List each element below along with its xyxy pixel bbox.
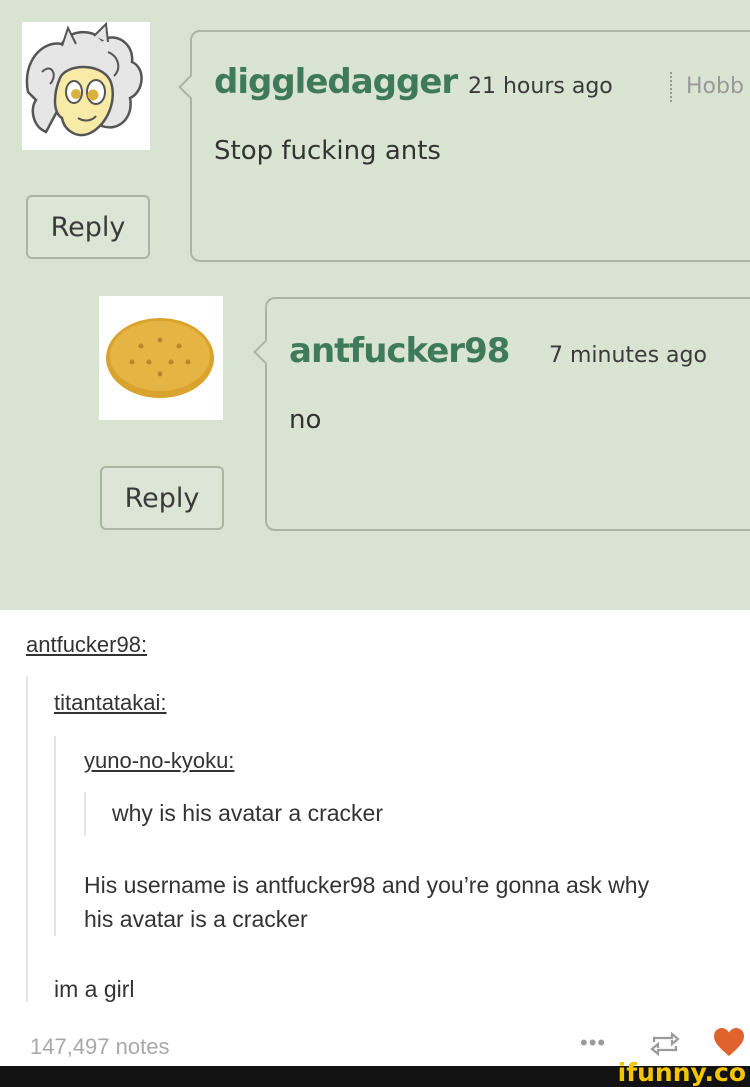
avatar[interactable]	[99, 296, 223, 420]
comment-extra-label: Hobb	[686, 74, 744, 99]
blog-link[interactable]: antfucker98:	[26, 632, 147, 658]
quote-bar	[54, 736, 56, 936]
comment-username[interactable]: antfucker98	[289, 331, 510, 371]
blog-link[interactable]: yuno-no-kyoku:	[84, 748, 234, 774]
pony-avatar-icon	[22, 21, 150, 150]
reply-button[interactable]: Reply	[26, 195, 150, 259]
comment-thread-screenshot: Reply diggledagger 21 hours ago Hobb Sto…	[0, 0, 750, 610]
quote-text: why is his avatar a cracker	[112, 800, 383, 826]
comment-text: Stop fucking ants	[214, 136, 441, 166]
quote-bar	[84, 792, 86, 836]
comment-text: no	[289, 405, 322, 435]
reply-button[interactable]: Reply	[100, 466, 224, 530]
ifunny-watermark: ifunny.co	[617, 1058, 746, 1087]
notes-count[interactable]: 147,497 notes	[30, 1034, 169, 1060]
cracker-avatar-icon	[99, 296, 223, 420]
comment-bubble: antfucker98 7 minutes ago no	[253, 297, 750, 531]
separator	[670, 72, 672, 102]
comment-time: 21 hours ago	[468, 74, 613, 99]
bubble-tail	[178, 74, 204, 100]
comment-bubble: diggledagger 21 hours ago Hobb Stop fuck…	[178, 30, 750, 262]
bubble-tail	[253, 339, 279, 365]
blog-link[interactable]: titantatakai:	[54, 690, 167, 716]
quote-bar	[26, 676, 28, 1002]
reply-text-line: His username is antfucker98 and you’re g…	[84, 872, 650, 898]
more-icon[interactable]: •••	[580, 1030, 606, 1056]
comment-time: 7 minutes ago	[549, 343, 707, 368]
reply-text-line: his avatar is a cracker	[84, 906, 308, 932]
post-text: im a girl	[54, 976, 135, 1002]
watermark-bar: ifunny.co	[0, 1058, 750, 1087]
tumblr-post: antfucker98: titantatakai: yuno-no-kyoku…	[0, 610, 750, 1070]
comment-username[interactable]: diggledagger	[214, 62, 458, 102]
avatar[interactable]	[22, 21, 150, 150]
